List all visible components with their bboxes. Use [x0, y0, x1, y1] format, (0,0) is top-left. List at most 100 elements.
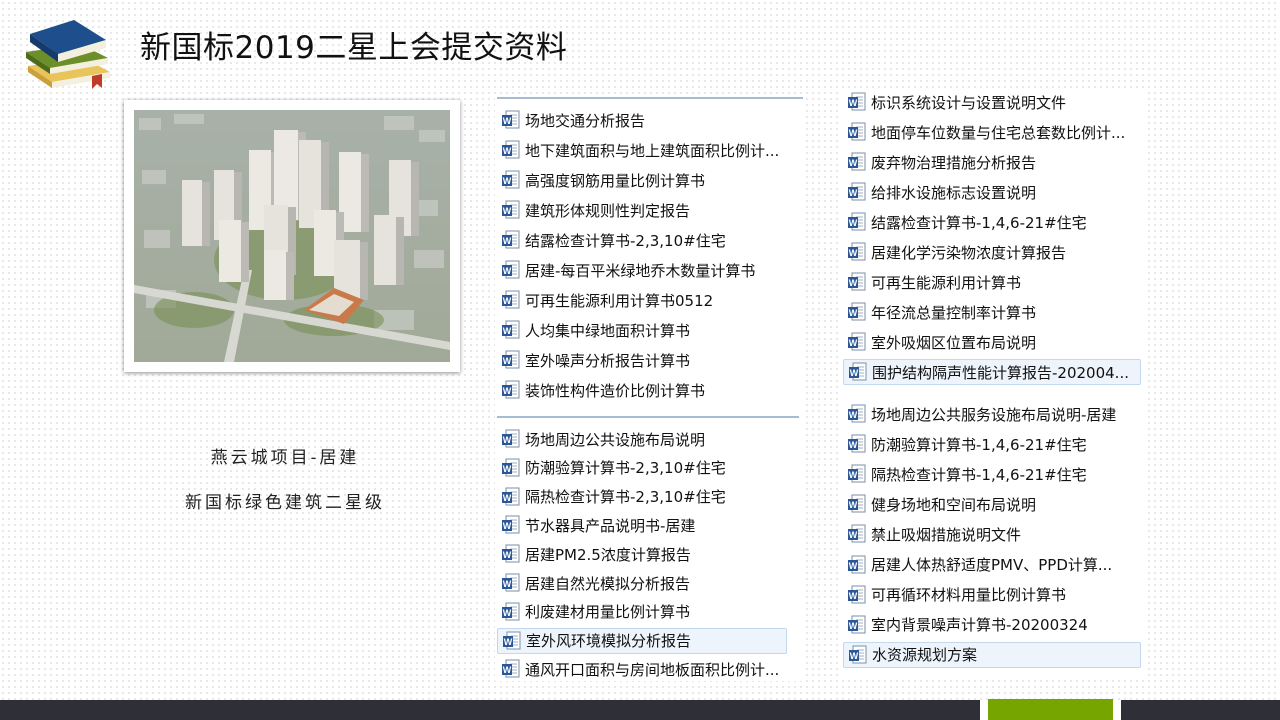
word-document-icon: W	[847, 494, 867, 514]
file-name: 结露检查计算书-2,3,10#住宅	[525, 231, 726, 250]
word-document-icon: W	[847, 242, 867, 262]
file-item[interactable]: W 健身场地和空间布局说明	[843, 491, 1141, 517]
file-name: 防潮验算计算书-2,3,10#住宅	[525, 459, 726, 478]
file-item[interactable]: W 废弃物治理措施分析报告	[843, 149, 1141, 175]
word-document-icon: W	[847, 122, 867, 142]
word-document-icon: W	[501, 659, 521, 679]
file-item[interactable]: W 防潮验算计算书-2,3,10#住宅	[497, 455, 787, 481]
file-item[interactable]: W 居建-每百平米绿地乔木数量计算书	[497, 257, 797, 283]
file-item[interactable]: W 室外风环境模拟分析报告	[497, 627, 787, 654]
file-item[interactable]: W 围护结构隔声性能计算报告-202004...	[843, 359, 1141, 385]
file-item[interactable]: W 利废建材用量比例计算书	[497, 599, 787, 625]
file-item[interactable]: W 水资源规划方案	[843, 641, 1141, 668]
file-name: 节水器具产品说明书-居建	[525, 516, 696, 535]
svg-text:W: W	[849, 308, 858, 318]
svg-text:W: W	[503, 550, 512, 560]
file-name: 居建自然光模拟分析报告	[525, 574, 691, 593]
file-item[interactable]: W 防潮验算计算书-1,4,6-21#住宅	[843, 431, 1141, 457]
word-document-icon: W	[501, 458, 521, 478]
file-item[interactable]: W 节水器具产品说明书-居建	[497, 512, 787, 538]
file-item[interactable]: W 居建人体热舒适度PMV、PPD计算...	[843, 552, 1141, 578]
file-item[interactable]: W 场地交通分析报告	[497, 107, 797, 133]
file-item[interactable]: W 室外噪声分析报告计算书	[497, 347, 797, 373]
file-name: 高强度钢筋用量比例计算书	[525, 171, 706, 190]
word-document-icon: W	[501, 380, 521, 400]
file-item[interactable]: W 人均集中绿地面积计算书	[497, 317, 797, 343]
svg-text:W: W	[849, 530, 858, 540]
file-name: 场地周边公共设施布局说明	[525, 430, 706, 449]
svg-text:W: W	[849, 188, 858, 198]
file-item[interactable]: W 隔热检查计算书-1,4,6-21#住宅	[843, 461, 1141, 487]
word-document-icon: W	[848, 645, 868, 665]
file-name: 居建化学污染物浓度计算报告	[871, 243, 1067, 262]
file-item[interactable]: W 居建自然光模拟分析报告	[497, 570, 787, 596]
file-name: 通风开口面积与房间地板面积比例计...	[525, 660, 780, 679]
project-rendering-frame	[124, 100, 460, 372]
file-name: 地面停车位数量与住宅总套数比例计...	[871, 123, 1126, 142]
word-document-icon: W	[501, 110, 521, 130]
word-document-icon: W	[501, 602, 521, 622]
word-document-icon: W	[501, 429, 521, 449]
file-item[interactable]: W 室内背景噪声计算书-20200324	[843, 612, 1141, 638]
svg-text:W: W	[503, 435, 512, 445]
file-item[interactable]: W 场地周边公共设施布局说明	[497, 426, 787, 452]
word-document-icon: W	[501, 573, 521, 593]
word-document-icon: W	[847, 585, 867, 605]
file-item[interactable]: W 给排水设施标志设置说明	[843, 179, 1141, 205]
file-item[interactable]: W 地下建筑面积与地上建筑面积比例计...	[497, 137, 797, 163]
file-name: 标识系统设计与设置说明文件	[871, 93, 1067, 112]
svg-text:W: W	[503, 326, 512, 336]
svg-text:W: W	[503, 116, 512, 126]
file-item[interactable]: W 室外吸烟区位置布局说明	[843, 329, 1141, 355]
file-item[interactable]: W 地面停车位数量与住宅总套数比例计...	[843, 119, 1141, 145]
svg-text:W: W	[850, 651, 859, 661]
file-item[interactable]: W 可再生能源利用计算书0512	[497, 287, 797, 313]
file-name: 场地周边公共服务设施布局说明-居建	[871, 405, 1117, 424]
file-name: 利废建材用量比例计算书	[525, 603, 691, 622]
file-name: 年径流总量控制率计算书	[871, 303, 1037, 322]
file-name: 围护结构隔声性能计算报告-202004...	[872, 363, 1129, 382]
file-item[interactable]: W 场地周边公共服务设施布局说明-居建	[843, 401, 1141, 427]
word-document-icon: W	[847, 182, 867, 202]
file-item[interactable]: W 标识系统设计与设置说明文件	[843, 89, 1141, 115]
word-document-icon: W	[847, 332, 867, 352]
file-item[interactable]: W 可再生能源利用计算书	[843, 269, 1141, 295]
file-item[interactable]: W 居建PM2.5浓度计算报告	[497, 541, 787, 567]
svg-text:W: W	[849, 128, 858, 138]
file-name: 装饰性构件造价比例计算书	[525, 381, 706, 400]
file-name: 可再生能源利用计算书0512	[525, 291, 714, 310]
file-item[interactable]: W 可再循环材料用量比例计算书	[843, 582, 1141, 608]
file-item[interactable]: W 禁止吸烟措施说明文件	[843, 521, 1141, 547]
svg-text:W: W	[850, 368, 859, 378]
word-document-icon: W	[501, 487, 521, 507]
svg-text:W: W	[503, 608, 512, 618]
file-name: 室外风环境模拟分析报告	[526, 632, 692, 651]
file-item[interactable]: W 建筑形体规则性判定报告	[497, 197, 797, 223]
file-name: 隔热检查计算书-2,3,10#住宅	[525, 488, 726, 507]
file-item[interactable]: W 高强度钢筋用量比例计算书	[497, 167, 797, 193]
file-item[interactable]: W 通风开口面积与房间地板面积比例计...	[497, 656, 787, 682]
file-item[interactable]: W 装饰性构件造价比例计算书	[497, 377, 797, 403]
word-document-icon: W	[847, 464, 867, 484]
svg-text:W: W	[849, 621, 858, 631]
svg-text:W: W	[503, 206, 512, 216]
svg-text:W: W	[503, 146, 512, 156]
footer-gap	[980, 700, 988, 720]
file-name: 可再生能源利用计算书	[871, 273, 1022, 292]
word-document-icon: W	[847, 404, 867, 424]
svg-text:W: W	[849, 158, 858, 168]
svg-text:W: W	[503, 176, 512, 186]
word-document-icon: W	[847, 212, 867, 232]
file-item[interactable]: W 年径流总量控制率计算书	[843, 299, 1141, 325]
word-document-icon: W	[502, 631, 522, 651]
file-name: 人均集中绿地面积计算书	[525, 321, 691, 340]
file-item[interactable]: W 隔热检查计算书-2,3,10#住宅	[497, 484, 787, 510]
svg-text:W: W	[849, 338, 858, 348]
project-certification-level: 新国标绿色建筑二星级	[185, 493, 385, 513]
file-item[interactable]: W 结露检查计算书-2,3,10#住宅	[497, 227, 797, 253]
word-document-icon: W	[501, 200, 521, 220]
svg-text:W: W	[849, 410, 858, 420]
file-item[interactable]: W 居建化学污染物浓度计算报告	[843, 239, 1141, 265]
svg-text:W: W	[503, 579, 512, 589]
file-item[interactable]: W 结露检查计算书-1,4,6-21#住宅	[843, 209, 1141, 235]
